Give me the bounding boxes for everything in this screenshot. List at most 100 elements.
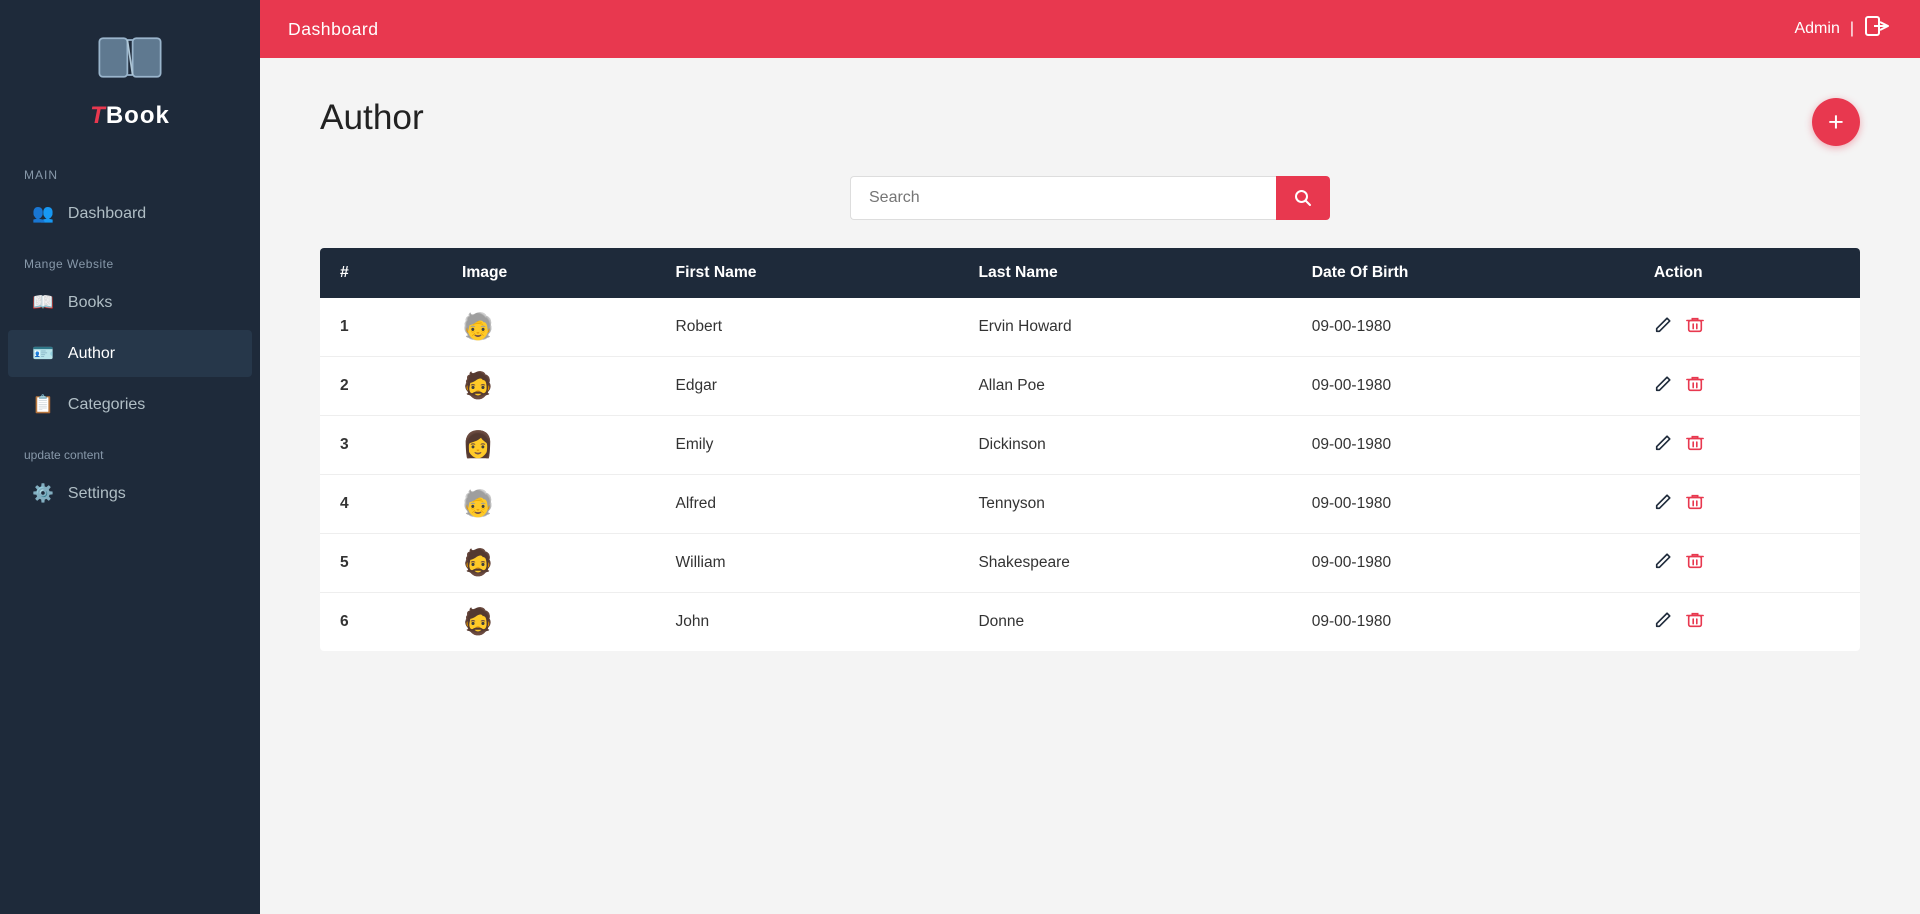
table-row: 1 🧓 Robert Ervin Howard 09-00-1980 (320, 298, 1860, 357)
cell-action (1634, 357, 1860, 416)
search-input[interactable] (850, 176, 1276, 220)
cell-avatar: 🧔 (442, 593, 656, 652)
sidebar-section-main: Main (0, 150, 260, 188)
sidebar-item-books[interactable]: 📖 Books (8, 279, 252, 326)
col-action: Action (1634, 248, 1860, 298)
sidebar-section-manage: Mange Website (0, 239, 260, 277)
cell-avatar: 🧔 (442, 534, 656, 593)
search-button[interactable] (1276, 176, 1330, 220)
cell-last-name: Donne (958, 593, 1291, 652)
cell-num: 3 (320, 416, 442, 475)
cell-last-name: Tennyson (958, 475, 1291, 534)
search-form (850, 176, 1330, 220)
edit-button[interactable] (1654, 611, 1672, 634)
cell-action (1634, 534, 1860, 593)
logo-area: TBook (0, 0, 260, 150)
col-image: Image (442, 248, 656, 298)
sidebar-item-categories[interactable]: 📋 Categories (8, 381, 252, 428)
topbar-separator: | (1850, 20, 1854, 38)
table-row: 3 👩 Emily Dickinson 09-00-1980 (320, 416, 1860, 475)
col-num: # (320, 248, 442, 298)
cell-first-name: Robert (656, 298, 959, 357)
table-row: 2 🧔 Edgar Allan Poe 09-00-1980 (320, 357, 1860, 416)
cell-first-name: Emily (656, 416, 959, 475)
sidebar-item-settings[interactable]: ⚙️ Settings (8, 470, 252, 517)
table-body: 1 🧓 Robert Ervin Howard 09-00-1980 (320, 298, 1860, 651)
dashboard-icon: 👥 (32, 203, 54, 224)
app-title-t: T (90, 102, 106, 129)
app-logo-icon (95, 30, 165, 90)
table-row: 5 🧔 William Shakespeare 09-00-1980 (320, 534, 1860, 593)
topbar-title: Dashboard (288, 19, 379, 40)
topbar-user-area: Admin | (1794, 12, 1892, 46)
cell-dob: 09-00-1980 (1292, 593, 1634, 652)
sidebar-label-author: Author (68, 345, 115, 363)
cell-first-name: Edgar (656, 357, 959, 416)
content-header: Author + (320, 98, 1860, 146)
cell-avatar: 🧓 (442, 475, 656, 534)
cell-action (1634, 593, 1860, 652)
col-last-name: Last Name (958, 248, 1291, 298)
sidebar-label-settings: Settings (68, 485, 126, 503)
sidebar-label-books: Books (68, 294, 112, 312)
app-title: TBook (90, 102, 170, 130)
sidebar: TBook Main 👥 Dashboard Mange Website 📖 B… (0, 0, 260, 914)
main-area: Dashboard Admin | Author + (260, 0, 1920, 914)
cell-action (1634, 475, 1860, 534)
cell-action (1634, 298, 1860, 357)
edit-button[interactable] (1654, 493, 1672, 516)
sidebar-label-categories: Categories (68, 396, 145, 414)
cell-dob: 09-00-1980 (1292, 357, 1634, 416)
table-header-row: # Image First Name Last Name Date Of Bir… (320, 248, 1860, 298)
cell-num: 6 (320, 593, 442, 652)
edit-button[interactable] (1654, 434, 1672, 457)
books-icon: 📖 (32, 292, 54, 313)
add-author-button[interactable]: + (1812, 98, 1860, 146)
table-row: 4 🧓 Alfred Tennyson 09-00-1980 (320, 475, 1860, 534)
sidebar-label-dashboard: Dashboard (68, 205, 146, 223)
authors-table: # Image First Name Last Name Date Of Bir… (320, 248, 1860, 651)
delete-button[interactable] (1686, 552, 1704, 575)
cell-avatar: 👩 (442, 416, 656, 475)
delete-button[interactable] (1686, 611, 1704, 634)
categories-icon: 📋 (32, 394, 54, 415)
edit-button[interactable] (1654, 375, 1672, 398)
app-title-book: Book (106, 102, 170, 129)
search-area (320, 176, 1860, 220)
topbar: Dashboard Admin | (260, 0, 1920, 58)
cell-dob: 09-00-1980 (1292, 534, 1634, 593)
cell-first-name: Alfred (656, 475, 959, 534)
cell-last-name: Dickinson (958, 416, 1291, 475)
sidebar-item-author[interactable]: 🪪 Author (8, 330, 252, 377)
table-row: 6 🧔 John Donne 09-00-1980 (320, 593, 1860, 652)
cell-num: 1 (320, 298, 442, 357)
cell-dob: 09-00-1980 (1292, 475, 1634, 534)
col-first-name: First Name (656, 248, 959, 298)
cell-action (1634, 416, 1860, 475)
cell-last-name: Ervin Howard (958, 298, 1291, 357)
content-area: Author + # Image First Name (260, 58, 1920, 914)
edit-button[interactable] (1654, 316, 1672, 339)
cell-avatar: 🧓 (442, 298, 656, 357)
delete-button[interactable] (1686, 316, 1704, 339)
cell-num: 2 (320, 357, 442, 416)
cell-num: 5 (320, 534, 442, 593)
cell-dob: 09-00-1980 (1292, 416, 1634, 475)
cell-last-name: Allan Poe (958, 357, 1291, 416)
col-dob: Date Of Birth (1292, 248, 1634, 298)
cell-last-name: Shakespeare (958, 534, 1291, 593)
edit-button[interactable] (1654, 552, 1672, 575)
page-title: Author (320, 98, 424, 138)
topbar-username: Admin (1794, 20, 1839, 38)
cell-num: 4 (320, 475, 442, 534)
cell-first-name: John (656, 593, 959, 652)
sidebar-item-dashboard[interactable]: 👥 Dashboard (8, 190, 252, 237)
sidebar-section-update: update content (0, 430, 260, 468)
logout-icon[interactable] (1864, 12, 1892, 46)
delete-button[interactable] (1686, 493, 1704, 516)
author-icon: 🪪 (32, 343, 54, 364)
delete-button[interactable] (1686, 434, 1704, 457)
cell-first-name: William (656, 534, 959, 593)
settings-icon: ⚙️ (32, 483, 54, 504)
delete-button[interactable] (1686, 375, 1704, 398)
